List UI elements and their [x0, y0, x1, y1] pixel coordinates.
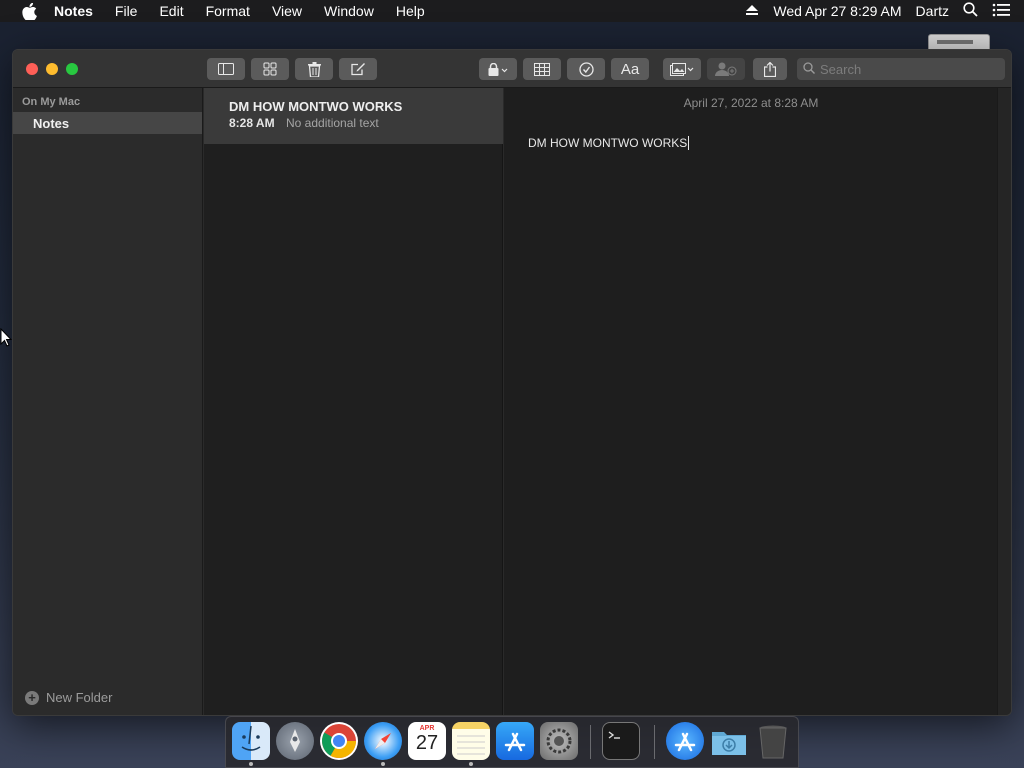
note-date: April 27, 2022 at 8:28 AM — [683, 96, 819, 110]
finder-running-indicator — [249, 762, 253, 766]
menu-help[interactable]: Help — [396, 3, 425, 19]
plus-circle-icon: + — [25, 690, 39, 705]
trash-icon — [307, 61, 321, 77]
compose-note-button[interactable] — [339, 58, 377, 80]
list-item[interactable]: DM HOW MONTWO WORKS 8:28 AM No additiona… — [204, 88, 503, 144]
note-body[interactable]: DM HOW MONTWO WORKS — [528, 136, 690, 150]
note-editor[interactable]: April 27, 2022 at 8:28 AM DM HOW MONTWO … — [504, 88, 998, 715]
sidebar-item-notes[interactable]: Notes — [13, 112, 202, 134]
close-window-button[interactable] — [26, 63, 38, 75]
new-folder-button[interactable]: + New Folder — [25, 690, 112, 705]
terminal-icon[interactable] — [602, 722, 640, 760]
grid-icon — [263, 62, 277, 76]
table-icon — [534, 62, 550, 76]
menubar-clock[interactable]: Wed Apr 27 8:29 AM — [773, 3, 901, 19]
app-store-icon[interactable] — [496, 722, 534, 760]
text-format-icon: Aa — [620, 60, 640, 78]
sidebar-icon — [218, 63, 234, 75]
search-field[interactable] — [797, 58, 1005, 80]
editor-scrollbar[interactable] — [997, 88, 1011, 715]
note-time: 8:28 AM — [229, 116, 275, 130]
search-icon — [803, 61, 815, 77]
photo-icon — [670, 62, 694, 76]
add-people-button[interactable] — [707, 58, 745, 80]
share-icon — [764, 61, 776, 77]
safari-running-indicator — [381, 762, 385, 766]
format-text-button[interactable]: Aa — [611, 58, 649, 80]
dock-separator — [654, 725, 655, 759]
toggle-sidebar-button[interactable] — [207, 58, 245, 80]
dock: APR 27 — [225, 716, 799, 768]
system-preferences-icon[interactable] — [540, 722, 578, 760]
gallery-view-button[interactable] — [251, 58, 289, 80]
app-store-folder-icon[interactable] — [666, 722, 704, 760]
checkmark-circle-icon — [578, 61, 594, 77]
trash-icon[interactable] — [754, 722, 792, 760]
sidebar-section-title: On My Mac — [22, 96, 81, 108]
menu-window[interactable]: Window — [324, 3, 374, 19]
app-menu-notes[interactable]: Notes — [54, 3, 93, 19]
note-body-text: DM HOW MONTWO WORKS — [528, 136, 688, 150]
notes-running-indicator — [469, 762, 473, 766]
safari-icon[interactable] — [364, 722, 402, 760]
text-caret — [688, 136, 690, 150]
compose-icon — [350, 62, 366, 76]
folders-sidebar: On My Mac Notes + New Folder — [13, 88, 203, 715]
checklist-button[interactable] — [567, 58, 605, 80]
calendar-icon[interactable]: APR 27 — [408, 722, 446, 760]
note-preview: No additional text — [286, 116, 379, 130]
spotlight-search-icon[interactable] — [963, 2, 978, 20]
launchpad-icon[interactable] — [276, 722, 314, 760]
dock-separator — [590, 725, 591, 759]
note-list: DM HOW MONTWO WORKS 8:28 AM No additiona… — [204, 88, 503, 715]
note-title: DM HOW MONTWO WORKS — [229, 99, 403, 114]
menu-view[interactable]: View — [272, 3, 302, 19]
delete-note-button[interactable] — [295, 58, 333, 80]
menu-edit[interactable]: Edit — [159, 3, 183, 19]
apple-menu-icon[interactable] — [20, 2, 38, 20]
lock-icon — [488, 62, 508, 76]
add-media-button[interactable] — [663, 58, 701, 80]
window-toolbar: Aa — [13, 50, 1011, 88]
menu-bar: Notes File Edit Format View Window Help … — [0, 0, 1024, 22]
notes-icon[interactable] — [452, 722, 490, 760]
add-person-icon — [715, 62, 737, 76]
eject-icon[interactable] — [745, 3, 759, 19]
minimize-window-button[interactable] — [46, 63, 58, 75]
lock-note-button[interactable] — [479, 58, 517, 80]
finder-icon[interactable] — [232, 722, 270, 760]
menu-file[interactable]: File — [115, 3, 138, 19]
chrome-icon[interactable] — [320, 722, 358, 760]
zoom-window-button[interactable] — [66, 63, 78, 75]
search-input[interactable] — [820, 61, 990, 77]
calendar-day: 27 — [415, 732, 439, 754]
menu-format[interactable]: Format — [206, 3, 250, 19]
share-button[interactable] — [753, 58, 787, 80]
calendar-month: APR — [419, 725, 435, 732]
menubar-user[interactable]: Dartz — [916, 3, 949, 19]
new-folder-label: New Folder — [46, 690, 113, 705]
downloads-folder-icon[interactable] — [710, 722, 748, 760]
notification-center-icon[interactable] — [992, 3, 1010, 20]
mouse-pointer-icon — [0, 327, 13, 353]
notes-window: Aa On My Mac Notes + — [12, 49, 1012, 716]
insert-table-button[interactable] — [523, 58, 561, 80]
